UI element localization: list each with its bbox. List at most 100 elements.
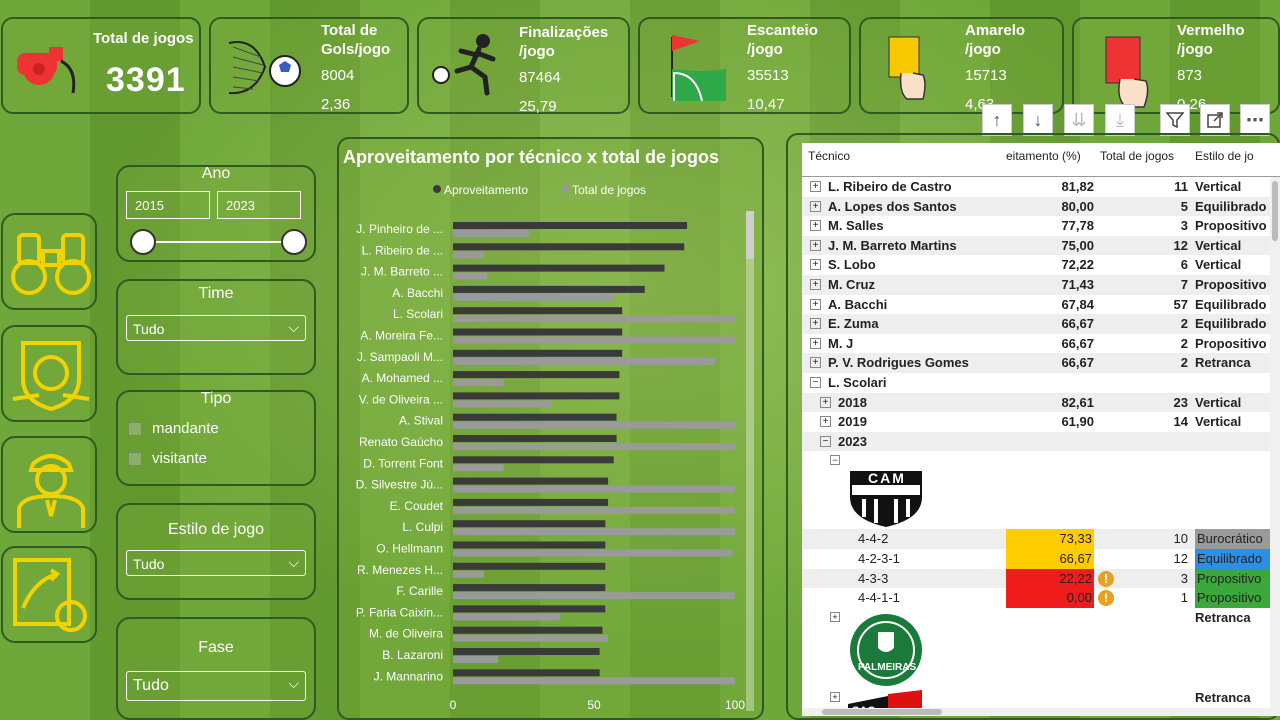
checkbox-visitante[interactable] bbox=[128, 452, 142, 466]
bar-aproveitamento[interactable] bbox=[453, 435, 617, 442]
bar-aproveitamento[interactable] bbox=[453, 498, 609, 506]
bar-aproveitamento[interactable] bbox=[453, 669, 600, 677]
table-row[interactable]: − L. Scolari bbox=[802, 373, 1280, 393]
expand-toggle-icon[interactable]: + bbox=[810, 298, 821, 310]
expand-toggle-icon[interactable]: + bbox=[810, 279, 821, 290]
expand-next-level-button[interactable]: ⇊ bbox=[1064, 104, 1094, 136]
checkbox-mandante[interactable] bbox=[128, 422, 142, 436]
bar-total-jogos[interactable] bbox=[453, 379, 504, 387]
bar-total-jogos[interactable] bbox=[453, 592, 735, 600]
table-row[interactable]: + M. Salles 77,78 3 Propositivo bbox=[802, 216, 1280, 236]
table-row[interactable]: − CAM bbox=[802, 451, 1280, 530]
year-slider-track[interactable] bbox=[140, 241, 294, 243]
filter-button[interactable] bbox=[1160, 104, 1190, 136]
more-options-button[interactable]: ⋯ bbox=[1240, 104, 1270, 136]
bar-total-jogos[interactable] bbox=[453, 230, 530, 237]
bar-total-jogos[interactable] bbox=[453, 528, 735, 536]
fase-dropdown[interactable]: Tudo ⌵ bbox=[126, 671, 306, 701]
expand-toggle-icon[interactable]: + bbox=[810, 357, 821, 369]
table-row[interactable]: + A. Bacchi 67,84 57 Equilibrado bbox=[802, 294, 1280, 315]
bar-total-jogos[interactable] bbox=[453, 634, 609, 642]
bar-aproveitamento[interactable] bbox=[453, 243, 685, 251]
bar-total-jogos[interactable] bbox=[453, 421, 735, 429]
expand-toggle-icon[interactable]: + bbox=[830, 611, 840, 622]
bar-total-jogos[interactable] bbox=[453, 400, 552, 408]
legend-label[interactable]: Total de jogos bbox=[572, 183, 646, 197]
table-row[interactable]: + P. V. Rodrigues Gomes 66,67 2 Retranca bbox=[802, 353, 1280, 373]
bar-aproveitamento[interactable] bbox=[453, 541, 606, 549]
bar-aproveitamento[interactable] bbox=[453, 477, 609, 485]
bar-aproveitamento[interactable] bbox=[453, 349, 623, 357]
table-row[interactable]: +2019 61,90 14 Vertical bbox=[802, 412, 1280, 432]
chart-scrollbar-thumb[interactable] bbox=[746, 211, 754, 259]
nav-team-badge-button[interactable] bbox=[1, 325, 97, 422]
bar-total-jogos[interactable] bbox=[453, 464, 504, 472]
bar-aproveitamento[interactable] bbox=[453, 307, 623, 315]
col-header-total-jogos[interactable]: Total de jogos bbox=[1100, 147, 1174, 180]
bar-aproveitamento[interactable] bbox=[453, 392, 620, 400]
expand-toggle-icon[interactable]: + bbox=[810, 318, 821, 330]
table-row[interactable]: +2018 82,61 23 Vertical bbox=[802, 392, 1280, 413]
nav-tactics-button[interactable] bbox=[1, 546, 97, 643]
year-to-input[interactable]: 2023 bbox=[217, 191, 301, 219]
bar-total-jogos[interactable] bbox=[453, 251, 485, 259]
expand-toggle-icon[interactable]: + bbox=[810, 337, 821, 349]
time-dropdown[interactable]: Tudo ⌵ bbox=[126, 315, 306, 341]
checkbox-visitante-label[interactable]: visitante bbox=[152, 450, 207, 467]
scrollbar-vertical[interactable] bbox=[1270, 177, 1280, 716]
col-header-estilo[interactable]: Estilo de jo bbox=[1195, 147, 1254, 180]
table-row[interactable]: 4-2-3-1 66,67 12 Equilibrado bbox=[802, 549, 1280, 569]
expand-toggle-icon[interactable]: + bbox=[810, 181, 821, 192]
col-header-tecnico[interactable]: Técnico bbox=[808, 147, 850, 180]
bar-aproveitamento[interactable] bbox=[453, 328, 623, 336]
chart-scrollbar[interactable] bbox=[746, 211, 754, 711]
expand-toggle-icon[interactable]: + bbox=[810, 259, 821, 271]
bar-total-jogos[interactable] bbox=[453, 336, 735, 344]
expand-toggle-icon[interactable]: + bbox=[810, 200, 821, 212]
table-row[interactable]: + S. Lobo 72,22 6 Vertical bbox=[802, 255, 1280, 275]
table-row[interactable]: + J. M. Barreto Martins 75,00 12 Vertical bbox=[802, 235, 1280, 256]
legend-label[interactable]: Aproveitamento bbox=[444, 183, 528, 197]
bar-total-jogos[interactable] bbox=[453, 506, 735, 514]
bar-aproveitamento[interactable] bbox=[453, 285, 645, 293]
bar-aproveitamento[interactable] bbox=[453, 626, 603, 634]
bar-aproveitamento[interactable] bbox=[453, 605, 606, 613]
table-row[interactable]: + E. Zuma 66,67 2 Equilibrado bbox=[802, 314, 1280, 334]
year-slider-handle-end[interactable] bbox=[281, 229, 307, 255]
bar-total-jogos[interactable] bbox=[453, 677, 735, 685]
expand-toggle-icon[interactable]: + bbox=[810, 220, 821, 232]
col-header-aproveitamento[interactable]: eitamento (%) bbox=[1006, 147, 1096, 180]
expand-toggle-icon[interactable]: − bbox=[810, 377, 821, 388]
expand-toggle-icon[interactable]: − bbox=[830, 455, 840, 466]
bar-aproveitamento[interactable] bbox=[453, 456, 614, 464]
estilo-dropdown[interactable]: Tudo ⌵ bbox=[126, 550, 306, 576]
bar-total-jogos[interactable] bbox=[453, 315, 735, 323]
bar-total-jogos[interactable] bbox=[453, 293, 614, 301]
bar-total-jogos[interactable] bbox=[453, 549, 733, 557]
bar-total-jogos[interactable] bbox=[453, 272, 487, 280]
table-row[interactable]: + M. Cruz 71,43 7 Propositivo bbox=[802, 275, 1280, 295]
year-slider-handle-start[interactable] bbox=[130, 229, 156, 255]
table-row[interactable]: + PALMEIRAS Retranca bbox=[802, 607, 1280, 688]
bar-total-jogos[interactable] bbox=[453, 443, 735, 450]
table-row[interactable]: 4-3-3 22,22! 3 Propositivo bbox=[802, 568, 1280, 589]
expand-all-button[interactable]: ⤓ bbox=[1105, 104, 1135, 136]
table-row[interactable]: + A. Lopes dos Santos 80,00 5 Equilibrado bbox=[802, 196, 1280, 217]
expand-toggle-icon[interactable]: − bbox=[820, 435, 831, 447]
table-row[interactable]: 4-4-2 73,33 10 Burocrático bbox=[802, 529, 1280, 549]
drill-up-button[interactable]: ↑ bbox=[982, 104, 1012, 136]
focus-mode-button[interactable] bbox=[1200, 104, 1230, 136]
drill-down-button[interactable]: ↓ bbox=[1023, 104, 1053, 136]
expand-toggle-icon[interactable]: + bbox=[810, 239, 821, 251]
bar-aproveitamento[interactable] bbox=[453, 413, 617, 421]
table-row[interactable]: + M. J 66,67 2 Propositivo bbox=[802, 333, 1280, 354]
bar-total-jogos[interactable] bbox=[453, 485, 735, 493]
bar-aproveitamento[interactable] bbox=[453, 520, 606, 528]
year-from-input[interactable]: 2015 bbox=[126, 191, 210, 219]
bar-total-jogos[interactable] bbox=[453, 570, 485, 578]
bar-aproveitamento[interactable] bbox=[453, 222, 688, 229]
checkbox-mandante-label[interactable]: mandante bbox=[152, 420, 219, 437]
bar-aproveitamento[interactable] bbox=[453, 584, 606, 592]
expand-toggle-icon[interactable]: + bbox=[820, 416, 831, 428]
bar-total-jogos[interactable] bbox=[453, 656, 499, 663]
